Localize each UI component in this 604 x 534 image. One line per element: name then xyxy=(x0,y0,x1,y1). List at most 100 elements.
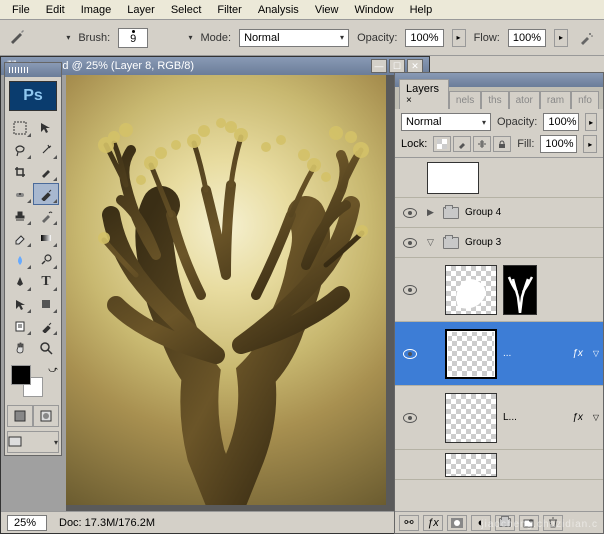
expand-icon[interactable]: ▶ xyxy=(427,207,437,218)
menu-help[interactable]: Help xyxy=(402,2,441,18)
layer-row[interactable] xyxy=(395,258,603,322)
fill-arrow[interactable]: ▸ xyxy=(583,135,597,153)
crop-tool[interactable] xyxy=(7,161,33,183)
layer-row[interactable] xyxy=(395,450,603,480)
flow-input[interactable]: 100% xyxy=(508,29,546,47)
shape-tool[interactable] xyxy=(33,293,59,315)
tab-layers[interactable]: Layers × xyxy=(399,79,449,109)
lock-all-button[interactable] xyxy=(493,136,511,152)
blur-tool[interactable] xyxy=(7,249,33,271)
fx-icon[interactable]: ƒx xyxy=(572,412,587,423)
menu-analysis[interactable]: Analysis xyxy=(250,2,307,18)
collapse-icon[interactable]: ▽ xyxy=(427,237,437,248)
screen-mode-button[interactable]: ▾ xyxy=(7,431,59,453)
canvas[interactable] xyxy=(66,75,429,511)
lasso-tool[interactable] xyxy=(7,139,33,161)
layer-blend-mode-select[interactable]: Normal▾ xyxy=(401,113,491,131)
tab-info[interactable]: nfo xyxy=(571,91,599,109)
layer-name[interactable]: L... xyxy=(503,412,566,423)
zoom-input[interactable]: 25% xyxy=(7,515,47,531)
visibility-icon[interactable] xyxy=(403,413,417,423)
lock-pixels-button[interactable] xyxy=(453,136,471,152)
move-tool[interactable] xyxy=(33,117,59,139)
layer-fx-button[interactable]: ƒx xyxy=(423,515,443,531)
group-name[interactable]: Group 3 xyxy=(465,237,599,248)
slice-tool[interactable] xyxy=(33,161,59,183)
flow-arrow[interactable]: ▸ xyxy=(554,29,568,47)
layer-thumbnail[interactable] xyxy=(445,453,497,477)
notes-tool[interactable] xyxy=(7,315,33,337)
brush-dropdown[interactable]: ▾ xyxy=(184,33,192,42)
fx-expand-icon[interactable]: ▽ xyxy=(593,349,599,358)
group-row[interactable]: ▶ Group 4 xyxy=(395,198,603,228)
close-button[interactable]: ✕ xyxy=(407,59,423,73)
brush-preset-picker[interactable]: 9 xyxy=(118,28,148,48)
eyedropper-tool[interactable] xyxy=(33,315,59,337)
fill-input[interactable]: 100% xyxy=(540,135,577,153)
type-tool[interactable]: T xyxy=(33,271,59,293)
tool-preset-dropdown[interactable]: ▾ xyxy=(62,33,70,42)
maximize-button[interactable]: ☐ xyxy=(389,59,405,73)
foreground-color[interactable] xyxy=(11,365,31,385)
minimize-button[interactable]: — xyxy=(371,59,387,73)
layer-opacity-arrow[interactable]: ▸ xyxy=(585,113,597,131)
heal-tool[interactable] xyxy=(7,183,33,205)
layer-row[interactable] xyxy=(395,158,603,198)
tab-navigator[interactable]: ator xyxy=(509,91,540,109)
menu-window[interactable]: Window xyxy=(346,2,401,18)
marquee-tool[interactable] xyxy=(7,117,33,139)
menu-image[interactable]: Image xyxy=(73,2,120,18)
group-name[interactable]: Group 4 xyxy=(465,207,599,218)
tab-channels[interactable]: nels xyxy=(449,91,481,109)
menu-layer[interactable]: Layer xyxy=(119,2,163,18)
fx-icon[interactable]: ƒx xyxy=(572,348,587,359)
tab-paths[interactable]: ths xyxy=(481,91,508,109)
history-brush-tool[interactable] xyxy=(33,205,59,227)
layer-thumbnail[interactable] xyxy=(445,329,497,379)
lock-transparency-button[interactable] xyxy=(433,136,451,152)
layer-mask-thumbnail[interactable] xyxy=(503,265,537,315)
fx-expand-icon[interactable]: ▽ xyxy=(593,413,599,422)
stamp-tool[interactable] xyxy=(7,205,33,227)
menu-filter[interactable]: Filter xyxy=(209,2,249,18)
document-titlebar[interactable]: ⦀⦀ _tree.psd @ 25% (Layer 8, RGB/8) — ☐ … xyxy=(1,57,429,75)
layer-opacity-input[interactable]: 100% xyxy=(543,113,579,131)
brush-tool[interactable] xyxy=(33,183,59,205)
visibility-icon[interactable] xyxy=(403,285,417,295)
layer-thumbnail[interactable] xyxy=(445,393,497,443)
pen-tool[interactable] xyxy=(7,271,33,293)
quickmask-mode-button[interactable] xyxy=(33,405,59,427)
opacity-input[interactable]: 100% xyxy=(405,29,443,47)
group-row[interactable]: ▽ Group 3 xyxy=(395,228,603,258)
zoom-tool[interactable] xyxy=(33,337,59,359)
link-layers-button[interactable]: ⚯ xyxy=(399,515,419,531)
layer-name[interactable]: ... xyxy=(503,348,566,359)
lock-position-button[interactable] xyxy=(473,136,491,152)
menu-file[interactable]: File xyxy=(4,2,38,18)
visibility-icon[interactable] xyxy=(403,349,417,359)
visibility-icon[interactable] xyxy=(403,208,417,218)
layer-row-selected[interactable]: ... ƒx ▽ xyxy=(395,322,603,386)
dodge-tool[interactable] xyxy=(33,249,59,271)
hand-tool[interactable] xyxy=(7,337,33,359)
wand-tool[interactable] xyxy=(33,139,59,161)
layer-thumbnail[interactable] xyxy=(445,265,497,315)
toolbox-header[interactable] xyxy=(5,63,61,77)
layer-mask-button[interactable] xyxy=(447,515,467,531)
eraser-tool[interactable] xyxy=(7,227,33,249)
menu-edit[interactable]: Edit xyxy=(38,2,73,18)
gradient-tool[interactable] xyxy=(33,227,59,249)
tab-histogram[interactable]: ram xyxy=(540,91,571,109)
airbrush-icon[interactable] xyxy=(576,28,596,48)
opacity-arrow[interactable]: ▸ xyxy=(452,29,466,47)
brush-tool-icon[interactable] xyxy=(8,27,26,48)
lock-label: Lock: xyxy=(401,138,427,150)
menu-view[interactable]: View xyxy=(307,2,347,18)
swap-colors-icon[interactable]: ⤻ xyxy=(47,363,59,375)
menu-select[interactable]: Select xyxy=(163,2,210,18)
layer-row[interactable]: L... ƒx ▽ xyxy=(395,386,603,450)
visibility-icon[interactable] xyxy=(403,238,417,248)
path-select-tool[interactable] xyxy=(7,293,33,315)
blend-mode-select[interactable]: Normal▾ xyxy=(239,29,349,47)
standard-mode-button[interactable] xyxy=(7,405,33,427)
